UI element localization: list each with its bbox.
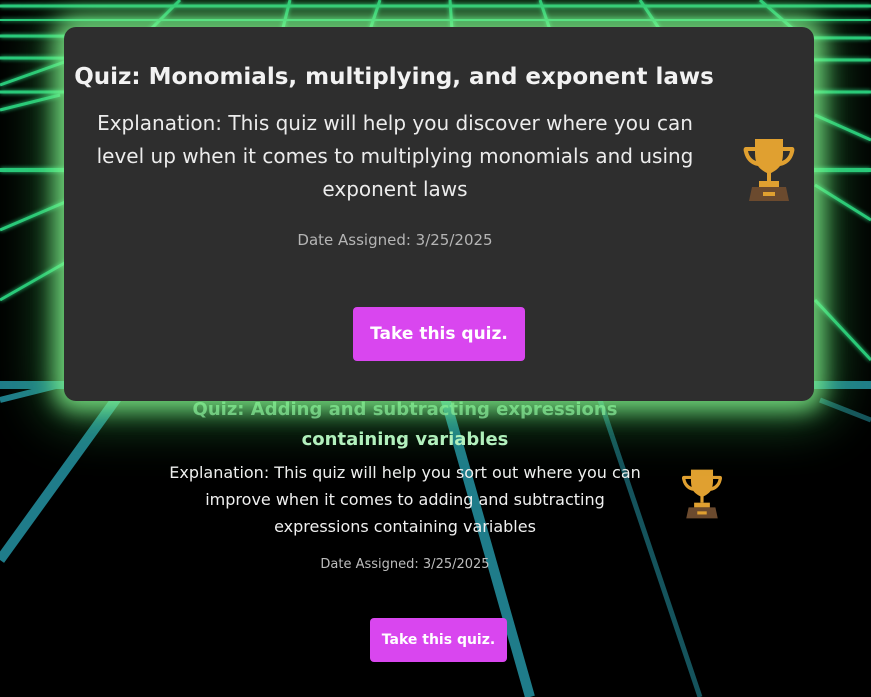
quiz-title-line2: containing variables [301,429,509,450]
date-assigned: Date Assigned: 3/25/2025 [320,557,490,572]
quiz-card-monomials: Quiz: Monomials, multiplying, and expone… [64,27,814,401]
trophy-icon [743,139,795,201]
quiz-card-adding-subtracting: Quiz: Adding and subtracting expressions… [150,380,723,680]
quiz-page: Quiz: Adding and subtracting expressions… [0,0,871,697]
quiz-title: Quiz: Adding and subtracting expressions… [150,395,660,455]
trophy-icon [681,469,723,519]
quiz-explanation: Explanation: This quiz will help you dis… [96,111,694,201]
take-quiz-button[interactable]: Take this quiz. [370,618,507,662]
take-quiz-button[interactable]: Take this quiz. [353,307,525,361]
quiz-title-line1: Quiz: Adding and subtracting expressions [192,399,618,420]
quiz-title: Quiz: Monomials, multiplying, and expone… [74,64,714,90]
quiz-explanation: Explanation: This quiz will help you sor… [169,463,641,536]
date-assigned: Date Assigned: 3/25/2025 [297,231,493,249]
